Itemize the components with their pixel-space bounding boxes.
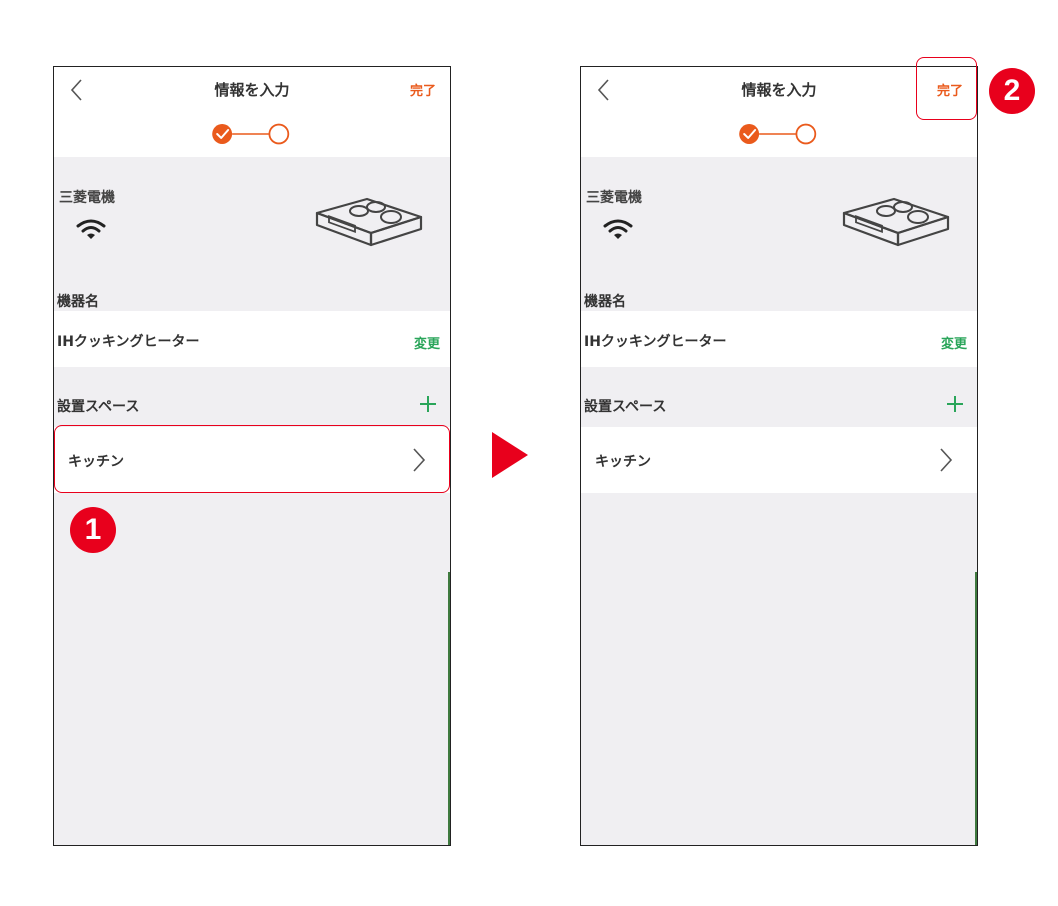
step-indicator — [739, 123, 817, 145]
step-2-pending-icon — [795, 123, 817, 145]
change-button[interactable]: 変更 — [941, 333, 967, 352]
plus-icon[interactable] — [945, 394, 965, 414]
install-space-row-kitchen[interactable]: キッチン — [581, 427, 977, 493]
install-space-label: 設置スペース — [584, 399, 667, 415]
chevron-right-icon — [413, 448, 426, 472]
scroll-edge — [448, 572, 450, 845]
nav-bar: 情報を入力 完了 — [54, 67, 450, 157]
install-space-label: 設置スペース — [57, 399, 140, 415]
install-space-value: キッチン — [68, 454, 124, 470]
device-name-label: 機器名 — [57, 294, 99, 310]
step-indicator — [212, 123, 290, 145]
phone-screen-step-1: 情報を入力 完了 三菱電機 機器名 IHクッキングヒーター 変更 設置スペース … — [53, 66, 451, 846]
ih-cooktop-icon — [842, 197, 950, 247]
step-badge-2: 2 — [989, 68, 1035, 114]
done-button[interactable]: 完了 — [410, 80, 436, 99]
wifi-icon — [76, 219, 106, 239]
install-space-value: キッチン — [595, 454, 651, 470]
scroll-edge — [975, 572, 977, 845]
wifi-icon — [603, 219, 633, 239]
device-info-card: 三菱電機 — [54, 157, 450, 277]
nav-bar: 情報を入力 完了 — [581, 67, 977, 157]
step-badge-1: 1 — [70, 507, 116, 553]
arrow-right-icon — [492, 432, 528, 478]
step-1-done-icon — [739, 124, 760, 144]
device-name-value: IHクッキングヒーター — [57, 334, 200, 350]
device-name-value: IHクッキングヒーター — [584, 334, 727, 350]
phone-screen-step-2: 情報を入力 完了 三菱電機 機器名 IHクッキングヒーター 変更 設置スペース … — [580, 66, 978, 846]
done-button[interactable]: 完了 — [937, 80, 963, 99]
plus-icon[interactable] — [418, 394, 438, 414]
step-1-done-icon — [212, 124, 233, 144]
chevron-right-icon — [940, 448, 953, 472]
change-button[interactable]: 変更 — [414, 333, 440, 352]
maker-name: 三菱電機 — [59, 190, 115, 206]
maker-name: 三菱電機 — [586, 190, 642, 206]
device-name-label: 機器名 — [584, 294, 626, 310]
install-space-row-kitchen[interactable]: キッチン — [54, 427, 450, 493]
device-name-row: IHクッキングヒーター 変更 — [581, 311, 977, 367]
step-2-pending-icon — [268, 123, 290, 145]
ih-cooktop-icon — [315, 197, 423, 247]
page-title: 情報を入力 — [214, 81, 290, 99]
device-info-card: 三菱電機 — [581, 157, 977, 277]
device-name-row: IHクッキングヒーター 変更 — [54, 311, 450, 367]
page-title: 情報を入力 — [741, 81, 817, 99]
